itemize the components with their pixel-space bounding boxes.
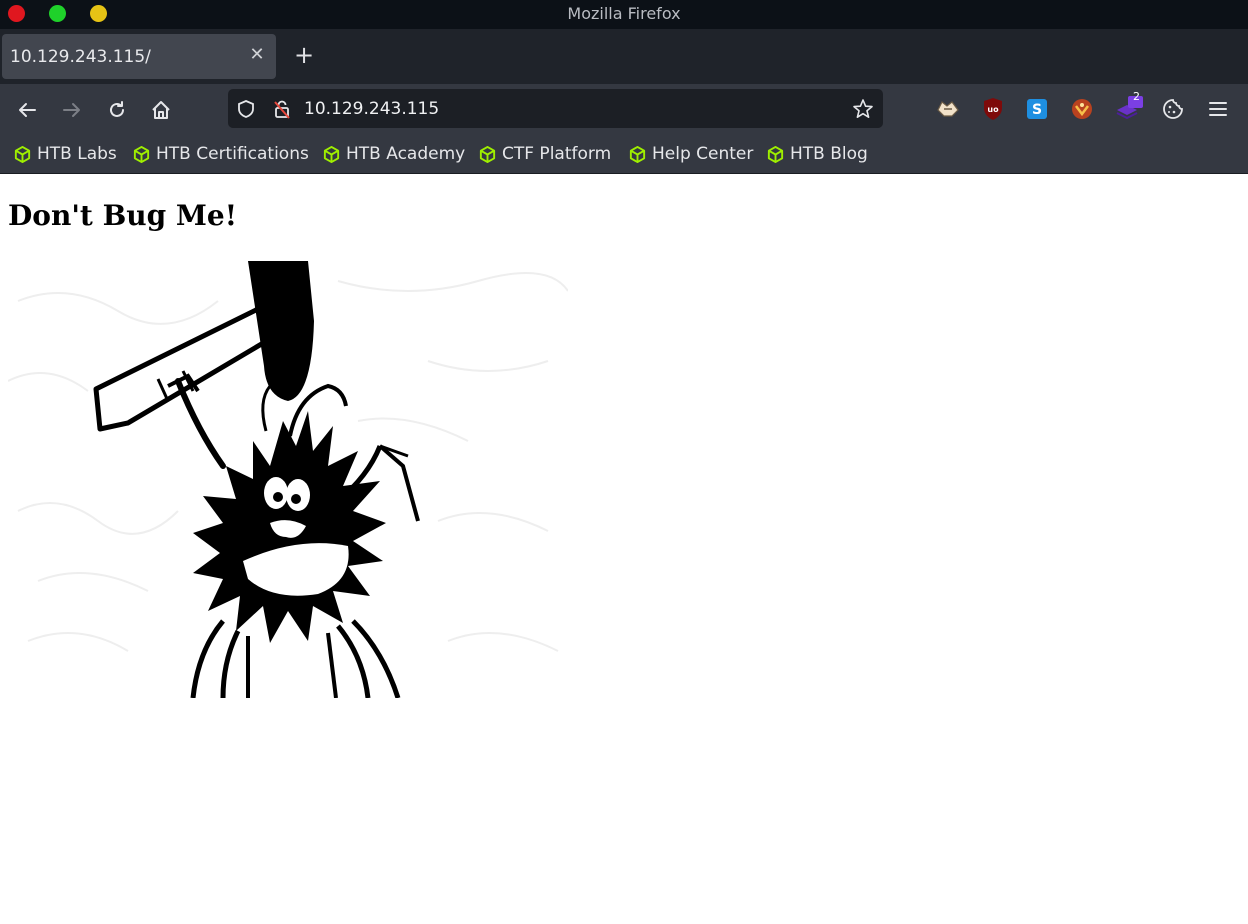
tracking-protection-shield-icon[interactable] <box>234 97 258 121</box>
bookmark-label: HTB Labs <box>37 144 117 164</box>
bookmark-htb-academy[interactable]: HTB Academy <box>322 142 465 166</box>
bookmark-label: Help Center <box>652 144 754 164</box>
cube-icon <box>14 145 31 163</box>
reload-icon <box>110 101 124 117</box>
extension-wappalyzer-icon[interactable] <box>1069 96 1095 122</box>
cube-icon <box>767 145 784 163</box>
hamburger-menu-icon[interactable] <box>1205 96 1231 122</box>
cube-icon <box>133 145 150 163</box>
svg-text:S: S <box>1032 102 1042 118</box>
bookmark-label: CTF Platform <box>502 144 612 164</box>
navigation-toolbar: 10.129.243.115 uo S 2 <box>0 84 1248 135</box>
bookmark-htb-certifications[interactable]: HTB Certifications <box>132 142 309 166</box>
page-heading: Don't Bug Me! <box>8 199 238 232</box>
window-titlebar: Mozilla Firefox <box>0 0 1248 29</box>
svg-text:uo: uo <box>987 105 999 114</box>
tab-close-icon[interactable]: ✕ <box>246 44 268 66</box>
bookmark-label: HTB Certifications <box>156 144 309 164</box>
tab-strip: 10.129.243.115/ ✕ + <box>0 29 1248 84</box>
extension-foxyproxy-icon[interactable] <box>935 96 961 122</box>
tab-active[interactable]: 10.129.243.115/ ✕ <box>2 34 276 79</box>
insecure-lock-icon[interactable] <box>270 97 294 121</box>
bookmark-htb-labs[interactable]: HTB Labs <box>13 142 117 166</box>
arrow-right-icon <box>63 103 80 117</box>
forward-button[interactable] <box>57 95 87 125</box>
tab-title: 10.129.243.115/ <box>10 47 151 67</box>
bookmark-ctf-platform[interactable]: CTF Platform <box>478 142 611 166</box>
arrow-left-icon <box>19 103 36 117</box>
bookmark-label: HTB Academy <box>346 144 466 164</box>
home-icon <box>152 101 170 119</box>
cube-icon <box>629 145 646 163</box>
extension-s-icon[interactable]: S <box>1024 96 1050 122</box>
reload-button[interactable] <box>102 95 132 125</box>
extension-layers-icon[interactable]: 2 <box>1114 90 1146 122</box>
bookmark-help-center[interactable]: Help Center <box>628 142 753 166</box>
bookmark-htb-blog[interactable]: HTB Blog <box>766 142 868 166</box>
cube-icon <box>323 145 340 163</box>
new-tab-button[interactable]: + <box>290 41 318 69</box>
url-bar[interactable]: 10.129.243.115 <box>228 89 883 128</box>
cube-icon <box>479 145 496 163</box>
bug-hammer-illustration <box>8 261 568 698</box>
home-button[interactable] <box>146 95 176 125</box>
extension-ublock-icon[interactable]: uo <box>980 96 1006 122</box>
bookmarks-toolbar: HTB Labs HTB Certifications HTB Academy … <box>0 135 1248 174</box>
window-title: Mozilla Firefox <box>567 4 681 23</box>
url-text[interactable]: 10.129.243.115 <box>304 99 439 119</box>
back-button[interactable] <box>12 95 42 125</box>
bookmark-label: HTB Blog <box>790 144 868 164</box>
extension-badge-count: 2 <box>1133 90 1140 103</box>
bookmark-star-icon[interactable] <box>851 97 875 121</box>
page-content: Don't Bug Me! <box>0 174 1248 924</box>
extension-cookie-icon[interactable] <box>1160 96 1186 122</box>
